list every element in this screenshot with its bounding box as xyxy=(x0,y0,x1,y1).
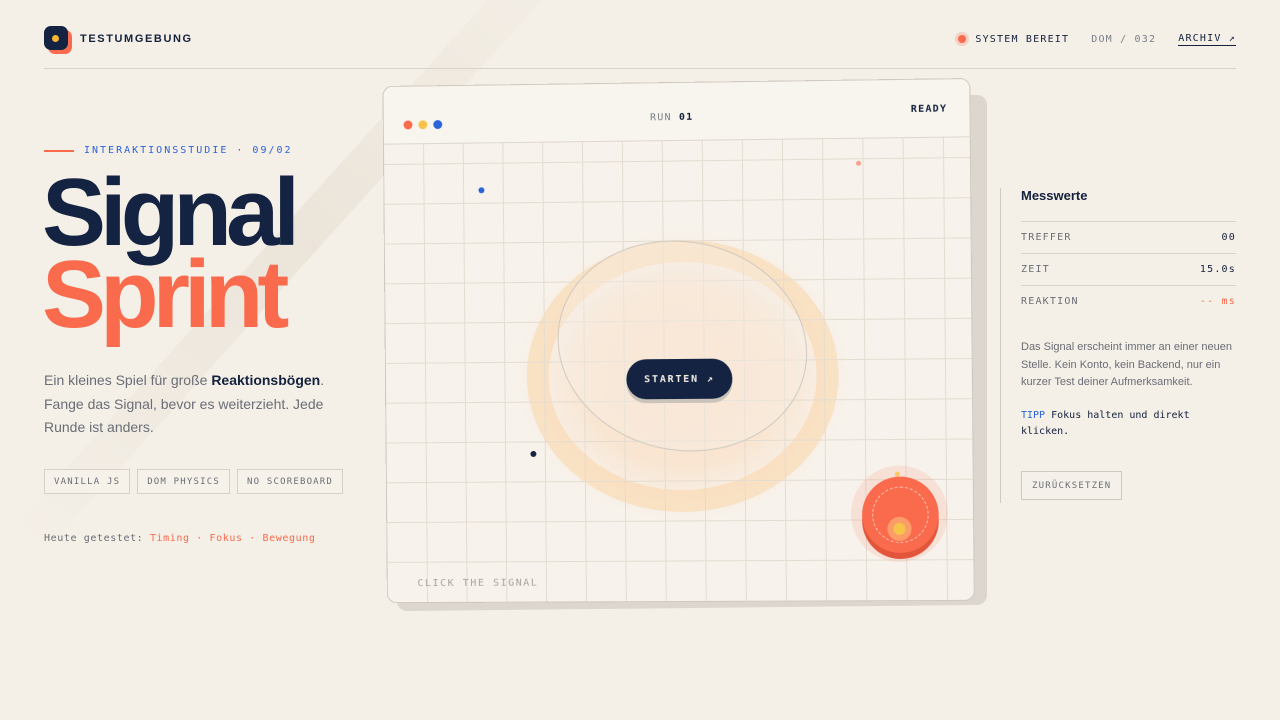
panel-title: Messwerte xyxy=(1021,188,1088,203)
archive-link[interactable]: ARCHIV ↗ xyxy=(1178,33,1236,46)
metric-label: TREFFER xyxy=(1021,232,1072,243)
tip-label: TIPP xyxy=(1021,409,1046,421)
hero-description: Ein kleines Spiel für große Reaktionsbög… xyxy=(44,369,344,440)
header-nav: SYSTEM BEREIT DOM / 032 ARCHIV ↗ xyxy=(955,32,1236,46)
game-board-wrapper: RUN 01 READY STARTEN ↗ CLICK THE SIGNAL xyxy=(382,78,987,612)
run-label: RUN xyxy=(650,112,672,124)
tip: TIPP Fokus halten und direkt klicken. xyxy=(1021,408,1236,440)
tested-label: Heute getestet: xyxy=(44,533,144,544)
window-dots xyxy=(403,120,443,130)
metric-value: -- ms xyxy=(1199,296,1236,307)
kicker: INTERAKTIONSSTUDIE · 09/02 xyxy=(44,145,293,156)
tested-items: Timing · Fokus · Bewegung xyxy=(149,533,316,544)
run-indicator: RUN 01 xyxy=(650,112,693,124)
tested-today: Heute getestet: Timing · Fokus · Bewegun… xyxy=(44,533,315,544)
signal-target[interactable] xyxy=(861,476,940,554)
metric-label: REAKTION xyxy=(1021,296,1079,307)
metric-reaktion: REAKTION -- ms xyxy=(1021,285,1236,317)
brand-name: TESTUMGEBUNG xyxy=(80,33,193,45)
tag-no-scoreboard: NO SCOREBOARD xyxy=(237,469,344,494)
target-spark xyxy=(894,471,901,477)
game-state: READY xyxy=(910,103,948,115)
title-line-sprint: Sprint xyxy=(42,241,289,348)
description-pre: Ein kleines Spiel für große xyxy=(44,372,212,388)
metric-value: 00 xyxy=(1221,232,1236,243)
dom-counter: DOM / 032 xyxy=(1091,33,1157,45)
reset-button[interactable]: ZURÜCKSETZEN xyxy=(1021,470,1123,500)
signal-dot-coral xyxy=(855,160,862,166)
window-dot-yellow-icon xyxy=(418,120,428,130)
target-core-icon xyxy=(887,516,912,541)
brand[interactable]: TESTUMGEBUNG xyxy=(44,26,193,54)
metric-label: ZEIT xyxy=(1021,264,1050,275)
metrics-panel: Messwerte TREFFER 00 ZEIT 15.0s REAKTION… xyxy=(1000,188,1236,503)
signal-dot-navy xyxy=(530,450,537,457)
page-title: Signal Sprint xyxy=(42,165,300,348)
metric-treffer: TREFFER 00 xyxy=(1021,221,1236,253)
site-header: TESTUMGEBUNG SYSTEM BEREIT DOM / 032 ARC… xyxy=(44,26,1236,69)
tag-list: VANILLA JS DOM PHYSICS NO SCOREBOARD xyxy=(44,469,344,494)
tip-text: Fokus halten und direkt klicken. xyxy=(1021,409,1190,437)
click-hint: CLICK THE SIGNAL xyxy=(417,577,539,590)
metric-value: 15.0s xyxy=(1199,264,1236,275)
brand-logo-icon xyxy=(44,26,72,54)
system-status: SYSTEM BEREIT xyxy=(955,32,1069,46)
panel-description: Das Signal erscheint immer an einer neue… xyxy=(1021,341,1232,388)
tag-dom-physics: DOM PHYSICS xyxy=(137,469,230,494)
run-number: 01 xyxy=(678,111,694,123)
play-field[interactable]: STARTEN ↗ CLICK THE SIGNAL xyxy=(384,137,975,604)
kicker-line xyxy=(44,149,74,152)
board-titlebar: RUN 01 READY xyxy=(383,79,970,145)
description-bold: Reaktionsbögen xyxy=(211,372,321,388)
signal-dot-blue xyxy=(478,187,485,194)
metric-zeit: ZEIT 15.0s xyxy=(1021,253,1236,285)
status-label: SYSTEM BEREIT xyxy=(975,33,1070,45)
kicker-text: INTERAKTIONSSTUDIE · 09/02 xyxy=(84,145,293,156)
game-board: RUN 01 READY STARTEN ↗ CLICK THE SIGNAL xyxy=(382,78,975,604)
status-dot-icon xyxy=(955,32,970,46)
window-dot-red-icon xyxy=(403,120,413,130)
start-button[interactable]: STARTEN ↗ xyxy=(626,358,733,400)
window-dot-blue-icon xyxy=(433,120,443,130)
tag-vanilla-js: VANILLA JS xyxy=(44,469,131,494)
